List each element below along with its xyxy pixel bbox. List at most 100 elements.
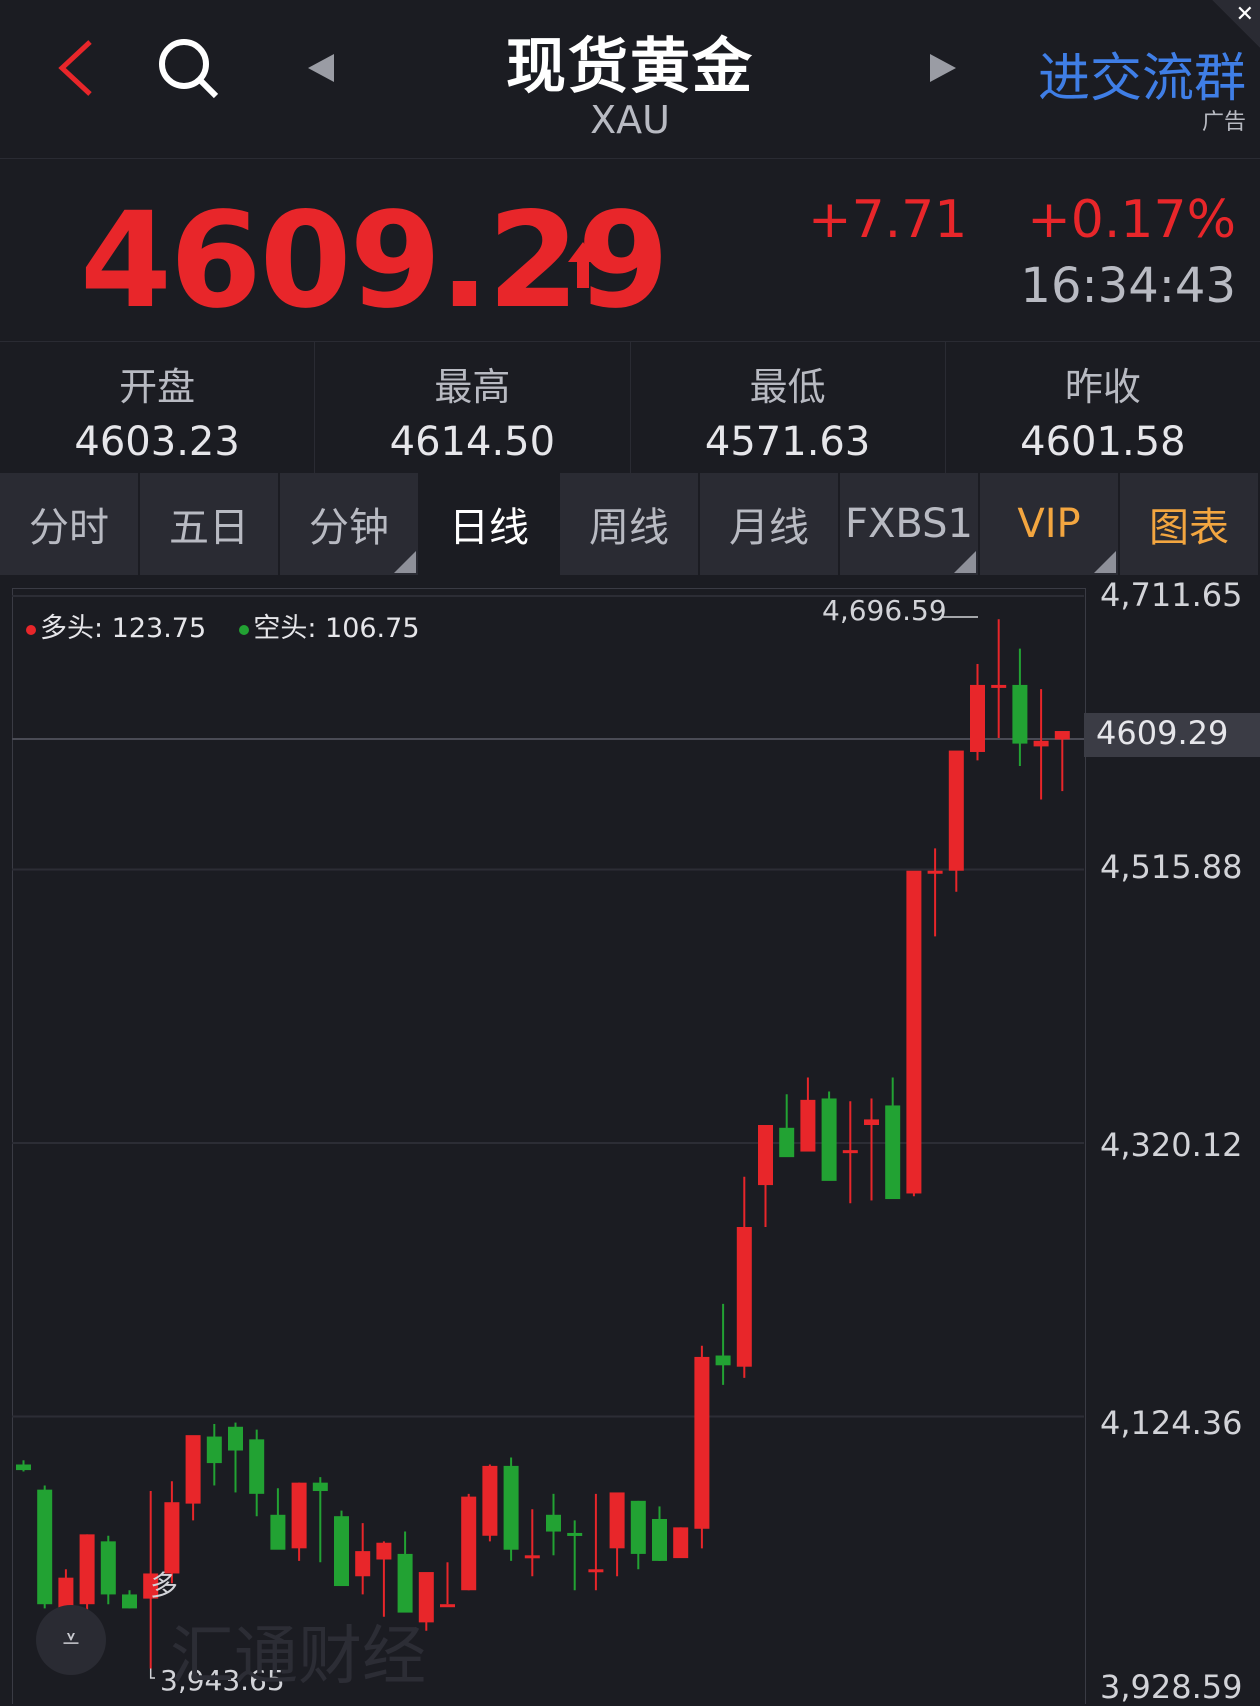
candle (79, 1534, 95, 1614)
y-tick-label: 4,124.36 (1100, 1404, 1243, 1442)
candle-body (588, 1569, 604, 1573)
candle-body (1054, 731, 1070, 740)
candle-body (37, 1489, 53, 1605)
candlestick-plot[interactable] (0, 0, 1260, 1703)
candle-body (397, 1553, 413, 1613)
candle (206, 1423, 222, 1486)
candle-body (312, 1482, 328, 1492)
candle-body (1012, 684, 1028, 744)
candle-body (694, 1356, 710, 1529)
candle-body (376, 1542, 392, 1560)
candle (842, 1101, 858, 1204)
candle (122, 1590, 137, 1609)
candle (524, 1509, 540, 1577)
candle (567, 1520, 583, 1591)
candle (779, 1094, 795, 1158)
candle (397, 1531, 413, 1613)
candle (270, 1488, 286, 1550)
candle-body (948, 750, 964, 871)
candle (948, 750, 964, 892)
candle-body (842, 1150, 858, 1154)
candle-body (800, 1099, 816, 1152)
candle (312, 1477, 328, 1563)
candle (991, 619, 1007, 739)
candle-body (970, 684, 985, 752)
candle (970, 663, 985, 761)
candle-body (79, 1534, 95, 1605)
candle (1012, 648, 1028, 766)
collapse-icon[interactable]: ⩡ (36, 1605, 106, 1675)
candle (1054, 731, 1070, 792)
candle (715, 1303, 731, 1385)
candle-body (546, 1514, 561, 1532)
candle (37, 1485, 53, 1609)
candle-body (228, 1426, 243, 1451)
candle (673, 1527, 689, 1559)
short-dot-icon (239, 624, 250, 635)
candle-body (652, 1518, 667, 1561)
candle-body (991, 684, 1007, 688)
candle-body (1033, 740, 1049, 747)
candle-body (864, 1119, 879, 1126)
candle-body (609, 1492, 625, 1549)
candle (630, 1500, 646, 1570)
candle-body (355, 1551, 371, 1577)
candle-body (482, 1465, 498, 1536)
watermark: 汇通财经 (170, 1620, 426, 1694)
legend-short: 空头: 106.75 (253, 613, 420, 644)
candle-body (906, 870, 922, 1194)
candle-body (16, 1464, 31, 1471)
candle (546, 1493, 561, 1556)
candle (906, 870, 922, 1197)
candle-body (736, 1226, 752, 1367)
candle-body (503, 1465, 519, 1550)
candle (758, 1125, 773, 1227)
candle (16, 1460, 31, 1472)
low-leader-line (149, 1668, 155, 1679)
candle (461, 1493, 477, 1591)
candle-body (164, 1502, 180, 1574)
candle-body (461, 1496, 477, 1591)
candle (334, 1510, 349, 1587)
candle (736, 1176, 752, 1378)
candle (588, 1493, 604, 1591)
candle-body (779, 1127, 795, 1158)
candle (440, 1562, 455, 1608)
candle (100, 1535, 116, 1605)
candle (185, 1435, 201, 1521)
y-tick-label: 4,711.65 (1100, 576, 1243, 614)
y-tick-label: 4,515.88 (1100, 848, 1243, 886)
candle-body (715, 1355, 731, 1366)
candle (482, 1464, 498, 1542)
candle (652, 1506, 667, 1561)
legend-long: 多头: 123.75 (40, 613, 207, 644)
candle (821, 1091, 837, 1181)
y-tick-label: 4,320.12 (1100, 1126, 1243, 1164)
candle-body (58, 1577, 74, 1609)
candle (1033, 689, 1049, 800)
candle (609, 1492, 625, 1577)
candle (927, 848, 943, 937)
candle (249, 1429, 265, 1517)
candle-body (567, 1532, 583, 1536)
candle-body (206, 1436, 222, 1464)
candle-body (821, 1098, 837, 1181)
candle-body (270, 1514, 286, 1550)
y-tick-label: 3,928.59 (1100, 1668, 1243, 1706)
candle-body (122, 1594, 137, 1609)
candle-body (100, 1541, 116, 1595)
candle-body (440, 1604, 455, 1608)
current-price-label: 4609.29 (1096, 714, 1229, 752)
candle-body (291, 1482, 307, 1549)
candle-body (334, 1516, 349, 1587)
candle (291, 1482, 307, 1561)
candle-body (885, 1105, 901, 1200)
long-dot-icon (26, 624, 36, 635)
candle (885, 1077, 901, 1200)
candle (800, 1077, 816, 1152)
candle (694, 1345, 710, 1549)
candle (228, 1422, 243, 1493)
candle-body (673, 1527, 689, 1559)
candle-body (927, 870, 943, 874)
legend: 多头: 123.75 空头: 106.75 (26, 606, 420, 645)
